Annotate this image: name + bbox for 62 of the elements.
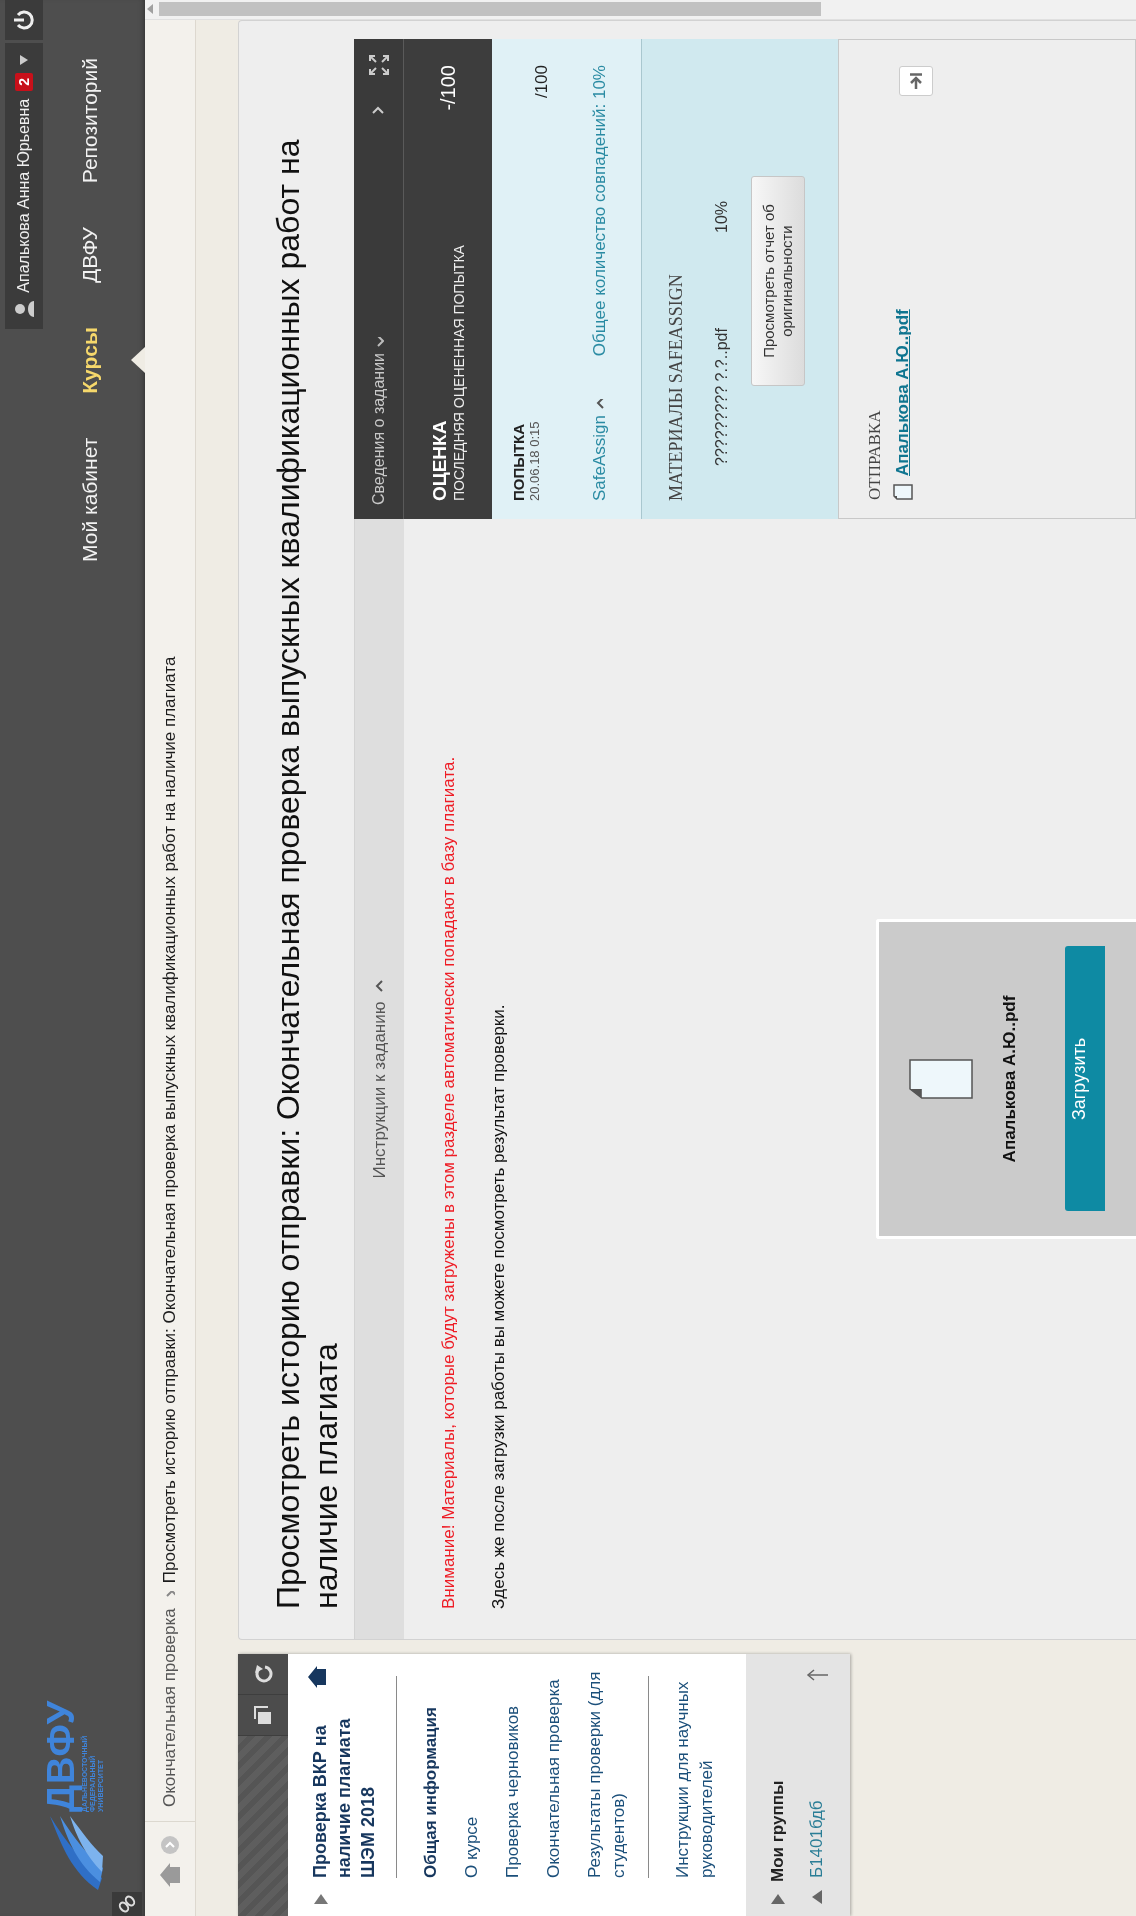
upload-file-name: Апалькова А.Ю..pdf <box>1000 995 1020 1163</box>
user-icon <box>14 300 34 317</box>
scrollbar[interactable] <box>145 0 1136 20</box>
copy-button[interactable] <box>238 1695 288 1736</box>
grade-value: -/100 <box>436 65 460 111</box>
breadcrumb-current: Просмотреть историю отправки: Окончательная проверка выпускных квалификационных работ на наличие плагиата <box>160 656 180 1584</box>
page-title: Просмотреть историю отправки: Окончательная проверка выпускных квалификационных работ на наличие плагиата <box>269 138 345 1611</box>
instruction-text: Здесь же после загрузки работы вы можете посмотреть результат проверки. <box>488 1003 509 1609</box>
nav-link[interactable]: Курсы <box>77 327 102 394</box>
file-icon <box>893 484 913 500</box>
details-title: Сведения о задании <box>369 352 388 505</box>
collapse-arrow-icon <box>812 1890 822 1904</box>
arrow-to-bar-icon <box>910 73 922 89</box>
grade-label: ОЦЕНКА <box>429 419 451 501</box>
grade-sublabel: ПОСЛЕДНЯЯ ОЦЕНЕННАЯ ПОПЫТКА <box>451 245 467 501</box>
home-icon <box>159 1862 181 1888</box>
match-percent: 10% <box>713 200 731 233</box>
attempt-date: 20.06.18 0:15 <box>527 421 542 501</box>
course-title[interactable]: Проверка ВКР на наличие плагиата ШЭМ 2018 <box>308 1692 380 1878</box>
user-menu[interactable]: Апалькова Анна Юрьевна 2 <box>5 43 43 329</box>
instructions-toggle[interactable]: Инструкции к заданию <box>354 519 404 1639</box>
materials-title: МАТЕРИАЛЫ SAFEASSIGN <box>666 273 687 501</box>
refresh-icon <box>253 1664 273 1684</box>
user-name: Апалькова Анна Юрьевна <box>15 98 33 293</box>
file-icon <box>909 1059 973 1099</box>
menu-link[interactable]: Окончательная проверка <box>542 1664 566 1878</box>
expand-arrow-icon <box>771 1894 785 1904</box>
menu-link[interactable]: Результаты проверки (для студентов) <box>583 1664 631 1878</box>
material-file: ????????? ?.?..pdf <box>713 327 731 466</box>
warning-text: Внимание! Материалы, которые будут загружены в этом разделе автоматически попадают в базу плагиата. <box>438 755 459 1609</box>
nav-link[interactable]: Репозиторий <box>77 58 102 184</box>
logo-text: ДВФУ <box>40 1699 81 1812</box>
nav-link[interactable]: ДВФУ <box>77 227 102 284</box>
notification-badge: 2 <box>15 73 33 91</box>
power-icon <box>13 9 35 31</box>
attempt-score: /100 <box>532 65 552 99</box>
groups-heading: Мои группы <box>768 1780 788 1882</box>
menu-link[interactable]: Инструкции для научных руководителей <box>671 1664 719 1878</box>
match-total: Общее количество совпадений: 10% <box>590 65 610 357</box>
upload-button[interactable]: Загрузить <box>1065 946 1105 1212</box>
logout-button[interactable] <box>5 0 43 40</box>
file-link[interactable]: Апалькова А.Ю..pdf <box>893 309 913 476</box>
instructions-label: Инструкции к заданию <box>369 1001 390 1179</box>
expand-arrow-icon <box>314 1894 328 1904</box>
link-icon <box>112 1892 142 1916</box>
menu-link[interactable]: О курсе <box>460 1664 484 1878</box>
submission-title: ОТПРАВКА <box>865 409 885 500</box>
report-button[interactable]: Просмотреть отчет об оригинальности <box>751 176 805 386</box>
collapse-panel-button[interactable] <box>899 66 933 96</box>
group-link[interactable]: Б1401бдб <box>807 1800 827 1878</box>
home-icon <box>308 1666 326 1688</box>
attempt-label: ПОПЫТКА <box>510 422 527 501</box>
details-header[interactable]: Сведения о задании <box>354 39 404 519</box>
refresh-button[interactable] <box>238 1654 288 1695</box>
expand-icon <box>368 55 389 75</box>
forward-icon <box>161 1836 179 1854</box>
breadcrumb-link[interactable]: Окончательная проверка <box>160 1608 180 1807</box>
copy-icon <box>253 1705 273 1725</box>
menu-link[interactable]: Проверка черновиков <box>501 1664 525 1878</box>
menu-heading: Общая информация <box>420 1706 441 1878</box>
nav-link[interactable]: Мой кабинет <box>77 437 102 562</box>
scrollbar-thumb[interactable] <box>159 2 821 17</box>
